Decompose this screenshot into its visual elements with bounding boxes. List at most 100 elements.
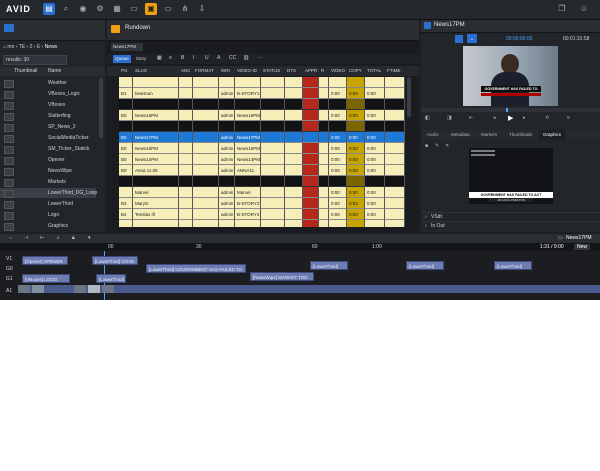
rundown-cell-vid[interactable]: News15PM	[235, 143, 261, 154]
step-back-icon[interactable]: ◂	[493, 115, 496, 121]
user-icon[interactable]: ☺	[578, 3, 590, 15]
rundown-row[interactable]: B0 News15PM admin News15PM 0:00 0:00 0:00	[107, 143, 407, 154]
rundown-cell-anc[interactable]	[179, 88, 193, 99]
bold-icon[interactable]: B	[181, 55, 184, 61]
rundown-cell-copy[interactable]: 0:00	[347, 154, 365, 165]
rundown-cell-vid[interactable]: Marvel	[235, 187, 261, 198]
rundown-cell-dts[interactable]	[285, 110, 303, 121]
timeline-clip[interactable]: [LowerThird] GOVE	[92, 256, 138, 265]
rundown-cell-status[interactable]	[261, 121, 285, 132]
rundown-cell-vid[interactable]	[235, 220, 261, 227]
rundown-cell-slug[interactable]: News15PM	[133, 143, 179, 154]
rundown-cell-appr[interactable]	[303, 176, 319, 187]
rundown-cell-pg[interactable]	[119, 99, 133, 110]
rundown-cell-dts[interactable]	[285, 187, 303, 198]
rundown-cell-vid[interactable]: B-STORY4	[235, 209, 261, 220]
scrollbar[interactable]	[99, 78, 103, 138]
rundown-cell-ftime[interactable]	[385, 176, 405, 187]
cc-icon[interactable]: CC	[229, 55, 236, 61]
trim-icon[interactable]: ⇤	[469, 115, 473, 121]
rundown-cell-anc[interactable]	[179, 154, 193, 165]
rundown-cell-appr[interactable]	[303, 77, 319, 88]
mode-selector[interactable]	[455, 35, 463, 43]
folder-icon[interactable]: ▤	[43, 3, 55, 15]
timecode-out[interactable]: 00:01:31:58	[563, 34, 589, 44]
timeline-clip[interactable]: [LowerThird]	[406, 261, 444, 270]
rundown-cell-ftime[interactable]	[385, 165, 405, 176]
rundown-cell-dts[interactable]	[285, 209, 303, 220]
rundown-cell-anc[interactable]	[179, 99, 193, 110]
queue-button[interactable]: Queue	[113, 55, 131, 63]
italic-icon[interactable]: I	[193, 55, 194, 61]
rundown-cell-status[interactable]	[261, 165, 285, 176]
story-button[interactable]: Story	[133, 55, 149, 63]
rundown-cell-ftime[interactable]	[385, 220, 405, 227]
rundown-cell-total[interactable]: 0:00	[365, 198, 385, 209]
column-header[interactable]: STATUS	[263, 68, 285, 73]
rundown-cell-format[interactable]	[193, 99, 219, 110]
rundown-row[interactable]: B0 Anna 11.06 admin ANNA11 0:00 0:00 0:00	[107, 165, 407, 176]
timeline-clip[interactable]: [LowerThird]	[96, 274, 126, 283]
rundown-cell-anc[interactable]	[179, 198, 193, 209]
mark-out-icon[interactable]: ◨	[447, 115, 452, 121]
scrub-bar[interactable]	[421, 108, 600, 112]
rundown-cell-anc[interactable]	[179, 209, 193, 220]
rundown-cell-pg[interactable]: B1	[119, 88, 133, 99]
rundown-cell-r[interactable]	[319, 220, 329, 227]
story-tab[interactable]: News17PM	[111, 43, 143, 51]
rundown-cell-vid[interactable]: News14PM	[235, 154, 261, 165]
rundown-cell-r[interactable]	[319, 165, 329, 176]
rundown-cell-wri[interactable]	[219, 99, 235, 110]
rundown-cell-status[interactable]	[261, 220, 285, 227]
rundown-cell-r[interactable]	[319, 88, 329, 99]
list-icon[interactable]: ≡	[169, 55, 172, 61]
list-item[interactable]: VBoxes	[0, 100, 96, 110]
save-icon[interactable]: ▾	[88, 235, 91, 241]
playhead[interactable]	[506, 108, 508, 112]
breadcrumb-item[interactable]: E	[37, 44, 40, 50]
timeline-clip[interactable]: [LowerThird] GOVERNMENT HAS FAILED TO	[146, 264, 246, 273]
rundown-cell-copy[interactable]: 0:00	[347, 209, 365, 220]
rundown-cell-slug[interactable]	[133, 220, 179, 227]
rundown-cell-format[interactable]	[193, 121, 219, 132]
rundown-cell-status[interactable]	[261, 187, 285, 198]
column-thumbnail[interactable]: Thumbnail	[14, 67, 37, 76]
rundown-cell-ftime[interactable]	[385, 88, 405, 99]
rundown-cell-copy[interactable]: 0:00	[347, 165, 365, 176]
rundown-cell-video[interactable]: 0:00	[329, 143, 347, 154]
rundown-cell-total[interactable]: 0:00	[365, 209, 385, 220]
rundown-cell-pg[interactable]: B0	[119, 110, 133, 121]
rundown-cell-anc[interactable]	[179, 121, 193, 132]
track-label[interactable]: G0	[6, 266, 13, 272]
tab-thumbnails[interactable]: Thumbnails	[505, 130, 536, 140]
rundown-cell-anc[interactable]	[179, 110, 193, 121]
rundown-cell-r[interactable]	[319, 143, 329, 154]
rundown-cell-status[interactable]	[261, 88, 285, 99]
rundown-cell-status[interactable]	[261, 132, 285, 143]
rundown-cell-anc[interactable]	[179, 77, 193, 88]
rundown-cell-total[interactable]	[365, 220, 385, 227]
rundown-cell-slug[interactable]	[133, 121, 179, 132]
rundown-cell-format[interactable]	[193, 209, 219, 220]
rundown-cell-copy[interactable]: 0:30	[347, 187, 365, 198]
rundown-cell-vid[interactable]	[235, 176, 261, 187]
timecode-in[interactable]: 00:00:00:00	[506, 34, 532, 44]
rundown-cell-appr[interactable]	[303, 165, 319, 176]
timeline-ruler[interactable]: 00 30 60 1:00 1:31 / 9:00 New	[0, 244, 600, 251]
column-name[interactable]: Name	[48, 67, 61, 76]
split-icon[interactable]: ⊣	[24, 235, 28, 241]
rundown-cell-pg[interactable]: B3	[119, 198, 133, 209]
rundown-cell-total[interactable]: 0:00	[365, 88, 385, 99]
rundown-cell-anc[interactable]	[179, 143, 193, 154]
rundown-cell-dts[interactable]	[285, 88, 303, 99]
column-header[interactable]: DTS	[287, 68, 303, 73]
rundown-cell-copy[interactable]	[347, 121, 365, 132]
color-icon[interactable]: A	[217, 55, 220, 61]
settings-icon[interactable]: ⚙	[94, 3, 106, 15]
rundown-cell-copy[interactable]: 0:58	[347, 88, 365, 99]
rundown-cell-ftime[interactable]	[385, 99, 405, 110]
rundown-cell-ftime[interactable]	[385, 198, 405, 209]
rundown-cell-video[interactable]: 0:00	[329, 209, 347, 220]
rundown-row[interactable]: B4 Teeslas ift admin B-STORY4 0:00 0:00 0:00	[107, 209, 407, 220]
rundown-cell-appr[interactable]	[303, 121, 319, 132]
